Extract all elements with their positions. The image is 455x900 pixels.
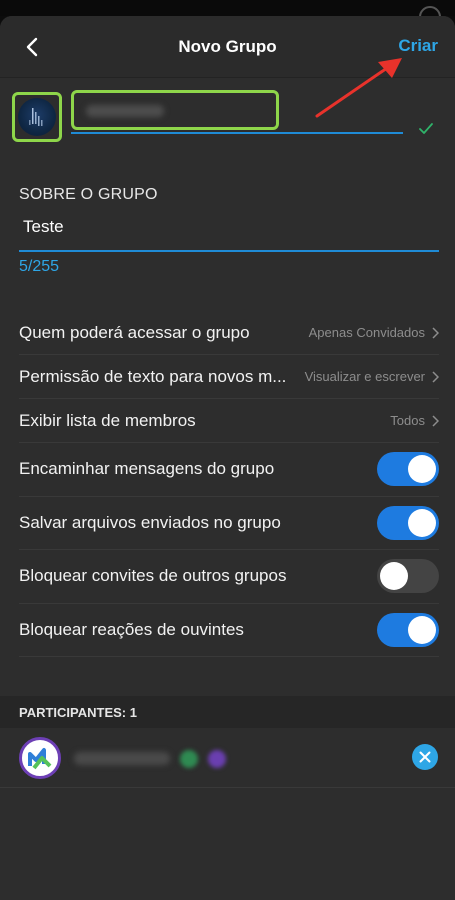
setting-label: Exibir lista de membros <box>19 410 196 430</box>
setting-forward-messages: Encaminhar mensagens do grupo <box>19 443 439 497</box>
setting-member-list[interactable]: Exibir lista de membros Todos <box>19 399 439 443</box>
chevron-right-icon <box>432 414 439 427</box>
group-name-input[interactable] <box>71 90 403 134</box>
save-files-toggle[interactable] <box>377 505 439 540</box>
status-bar <box>0 0 455 28</box>
settings-list: Quem poderá acessar o grupo Apenas Convi… <box>19 311 439 657</box>
setting-value: Visualizar e escrever <box>305 369 439 384</box>
setting-block-invites: Bloquear convites de outros grupos <box>19 550 439 604</box>
new-group-sheet: Novo Grupo Criar SOBRE O GRUPO Teste 5/2… <box>0 16 455 900</box>
about-section-label: SOBRE O GRUPO <box>19 186 158 203</box>
page-title: Novo Grupo <box>178 37 277 56</box>
group-name-highlight <box>71 90 279 130</box>
setting-value: Todos <box>390 413 439 428</box>
group-avatar <box>18 98 56 136</box>
toggle-knob <box>408 455 436 484</box>
blurred-group-name <box>86 105 164 117</box>
group-name-row <box>0 78 455 170</box>
toggle-knob <box>380 562 408 591</box>
header-bar: Novo Grupo Criar <box>0 16 455 78</box>
setting-label: Salvar arquivos enviados no grupo <box>19 512 281 532</box>
toggle-knob <box>408 508 436 537</box>
setting-save-files: Salvar arquivos enviados no grupo <box>19 497 439 550</box>
participants-header: PARTICIPANTES: 1 <box>0 696 455 728</box>
create-button[interactable]: Criar <box>398 36 438 56</box>
participant-row[interactable] <box>0 728 455 788</box>
remove-participant-button[interactable] <box>412 744 438 770</box>
character-counter: 5/255 <box>19 258 60 275</box>
setting-label: Bloquear reações de ouvintes <box>19 619 244 639</box>
toggle-knob <box>408 615 436 644</box>
setting-label: Encaminhar mensagens do grupo <box>19 459 275 479</box>
block-reactions-toggle[interactable] <box>377 612 439 647</box>
setting-label: Bloquear convites de outros grupos <box>19 566 287 586</box>
avatar-graphic <box>29 108 43 126</box>
group-avatar-picker[interactable] <box>12 92 62 142</box>
participant-avatar <box>19 737 61 779</box>
setting-value-text: Visualizar e escrever <box>304 369 425 384</box>
chevron-right-icon <box>432 370 439 383</box>
forward-messages-toggle[interactable] <box>377 452 439 487</box>
setting-value: Apenas Convidados <box>309 325 439 340</box>
participant-logo-icon <box>28 748 52 770</box>
blurred-badge-icon <box>180 750 198 768</box>
about-input[interactable]: Teste <box>19 212 439 252</box>
blurred-badge-icon <box>208 750 226 768</box>
block-invites-toggle[interactable] <box>377 559 439 594</box>
setting-label: Permissão de texto para novos m... <box>19 366 287 386</box>
check-icon <box>419 123 433 134</box>
chevron-right-icon <box>432 326 439 339</box>
setting-text-permission[interactable]: Permissão de texto para novos m... Visua… <box>19 355 439 399</box>
setting-access[interactable]: Quem poderá acessar o grupo Apenas Convi… <box>19 311 439 355</box>
setting-block-reactions: Bloquear reações de ouvintes <box>19 604 439 657</box>
blurred-participant-name <box>74 752 170 765</box>
setting-label: Quem poderá acessar o grupo <box>19 322 250 342</box>
setting-value-text: Todos <box>390 413 425 428</box>
close-icon <box>419 751 431 763</box>
setting-value-text: Apenas Convidados <box>308 325 425 340</box>
